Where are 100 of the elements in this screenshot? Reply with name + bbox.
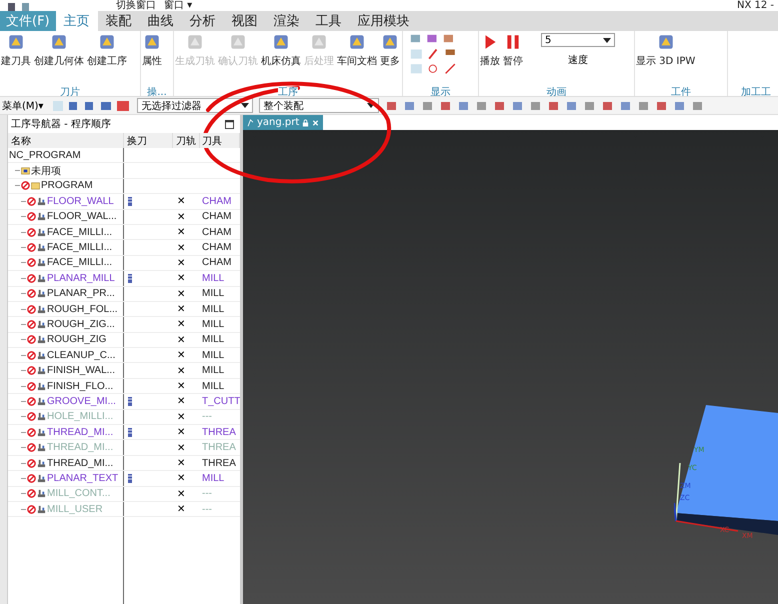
operation-icon xyxy=(37,274,46,283)
tool-change-icon xyxy=(128,428,132,437)
tree-item-label: PLANAR_MILL xyxy=(47,272,115,284)
operation-icon xyxy=(37,196,46,206)
ribbon-tab[interactable]: 分析 xyxy=(182,11,224,31)
no-entry-icon xyxy=(27,274,36,283)
table-row[interactable]: HOLE_MILLI... ✕ --- xyxy=(8,410,240,426)
ribbon-button[interactable]: 创建几何体 xyxy=(33,33,85,68)
column-header[interactable]: 名称 xyxy=(8,133,124,148)
table-row[interactable]: FLOOR_WAL... ✕ CHAM xyxy=(8,210,240,225)
ribbon-button[interactable]: 显示 3D IPW xyxy=(635,33,696,68)
column-header[interactable]: 刀具 xyxy=(200,133,240,148)
tool-change-icon xyxy=(128,196,132,206)
speed-dropdown[interactable]: 5 xyxy=(541,33,615,47)
tree-item-label: FINISH_WAL... xyxy=(47,365,115,376)
tool-name: CHAM xyxy=(202,226,232,238)
table-row[interactable]: ROUGH_FOL... ✕ MILL xyxy=(8,302,240,318)
menu-button[interactable]: 菜单(M)▾ xyxy=(0,98,46,112)
tree-item-label: PLANAR_TEXT xyxy=(47,472,118,484)
ribbon-group-label: 工件 xyxy=(671,87,691,96)
tool-icon xyxy=(348,33,366,51)
tool-icon xyxy=(143,33,161,51)
no-entry-icon xyxy=(27,212,36,222)
table-row[interactable]: THREAD_MI... ✕ THREA xyxy=(8,440,240,456)
table-row[interactable]: FINISH_FLO... ✕ MILL xyxy=(8,378,240,394)
no-entry-icon xyxy=(27,304,36,314)
table-row[interactable]: PROGRAM xyxy=(8,178,240,194)
operation-icon xyxy=(37,382,46,391)
tree-item-label: MILL_CONT... xyxy=(47,488,110,500)
window-title: NX 12 - xyxy=(736,1,774,11)
column-header[interactable]: 刀轨 xyxy=(173,133,200,148)
table-row[interactable]: ROUGH_ZIG ✕ MILL xyxy=(8,332,240,348)
table-row[interactable]: THREAD_MI... ✕ THREA xyxy=(8,456,240,472)
ribbon-button[interactable]: 暂停 xyxy=(502,33,524,68)
close-icon xyxy=(312,118,320,126)
table-row[interactable]: CLEANUP_C... ✕ MILL xyxy=(8,348,240,364)
tool-name: MILL xyxy=(202,334,224,346)
ribbon-button[interactable]: 创建工序 xyxy=(86,33,128,68)
lock-icon xyxy=(302,118,310,126)
table-row[interactable]: GROOVE_MI... ✕ T_CUTT xyxy=(8,394,240,410)
operation-icon xyxy=(37,396,46,406)
ribbon-tab[interactable]: 应用模块 xyxy=(350,11,418,31)
no-entry-icon xyxy=(27,428,36,437)
tool-name: THREA xyxy=(202,458,236,468)
scope-dropdown[interactable]: 整个装配 xyxy=(259,98,380,113)
table-row[interactable]: FACE_MILLI... ✕ CHAM xyxy=(8,256,240,272)
file-tab[interactable]: yang.prt xyxy=(243,115,324,130)
no-entry-icon xyxy=(27,289,36,298)
operation-icon xyxy=(37,350,46,360)
table-row[interactable]: NC_PROGRAM xyxy=(8,148,240,164)
ribbon-group-label: 刀片 xyxy=(60,87,80,96)
tool-name: CHAM xyxy=(202,196,232,207)
table-row[interactable]: FACE_MILLI... ✕ CHAM xyxy=(8,240,240,256)
ribbon-tab[interactable]: 曲线 xyxy=(140,11,182,31)
table-row[interactable]: MILL_USER ✕ --- xyxy=(8,502,240,518)
path-status: ✕ xyxy=(177,457,185,469)
path-status: ✕ xyxy=(177,195,185,208)
path-status: ✕ xyxy=(177,210,185,223)
path-status: ✕ xyxy=(177,334,185,346)
caret-icon xyxy=(603,38,611,42)
table-row[interactable]: MILL_CONT... ✕ --- xyxy=(8,486,240,502)
table-row[interactable]: PLANAR_MILL ✕ MILL xyxy=(8,271,240,287)
tool-name: CHAM xyxy=(202,242,232,254)
path-status: ✕ xyxy=(177,364,185,377)
tool-name: MILL xyxy=(202,472,224,484)
ribbon-button[interactable]: 车间文档 xyxy=(336,33,378,68)
ribbon-button[interactable]: 属性 xyxy=(141,33,163,68)
ribbon-tab[interactable]: 视图 xyxy=(224,11,266,31)
path-status: ✕ xyxy=(177,380,185,392)
table-row[interactable]: FACE_MILLI... ✕ CHAM xyxy=(8,224,240,240)
path-status: ✕ xyxy=(177,242,185,254)
operation-icon xyxy=(37,258,46,268)
ribbon-tab[interactable]: 装配 xyxy=(98,11,140,31)
ribbon-tab[interactable]: 工具 xyxy=(308,11,350,31)
operation-icon xyxy=(37,304,46,314)
operation-icon xyxy=(37,366,46,376)
table-row[interactable]: PLANAR_TEXT ✕ MILL xyxy=(8,471,240,487)
path-status: ✕ xyxy=(177,488,185,500)
ribbon-button[interactable]: 机床仿真 xyxy=(260,33,302,68)
ribbon-button[interactable]: 播放 xyxy=(479,33,501,68)
table-row[interactable]: FLOOR_WALL ✕ CHAM xyxy=(8,194,240,210)
ribbon-button[interactable]: 更多 xyxy=(379,33,401,68)
table-row[interactable]: ROUGH_ZIG... ✕ MILL xyxy=(8,317,240,333)
tool-name: T_CUTT xyxy=(202,396,240,407)
ribbon-tab[interactable]: 主页 xyxy=(56,11,98,31)
path-status: ✕ xyxy=(177,288,185,300)
tool-icon xyxy=(656,33,675,51)
table-row[interactable]: 未用项 xyxy=(8,163,240,179)
no-entry-icon xyxy=(21,181,30,190)
ribbon-tab[interactable]: 渲染 xyxy=(266,11,308,31)
column-header[interactable]: 换刀 xyxy=(124,133,173,148)
table-row[interactable]: PLANAR_PR... ✕ MILL xyxy=(8,286,240,302)
tool-name: CHAM xyxy=(202,211,232,222)
tool-icon xyxy=(98,33,116,51)
table-row[interactable]: THREAD_MI... ✕ THREA xyxy=(8,425,240,440)
maximize-icon[interactable] xyxy=(225,120,234,128)
tree-item-label: FACE_MILLI... xyxy=(47,226,112,238)
table-row[interactable]: FINISH_WAL... ✕ MILL xyxy=(8,363,240,379)
path-status: ✕ xyxy=(177,349,185,362)
ribbon-button[interactable]: 建刀具 xyxy=(0,33,32,68)
